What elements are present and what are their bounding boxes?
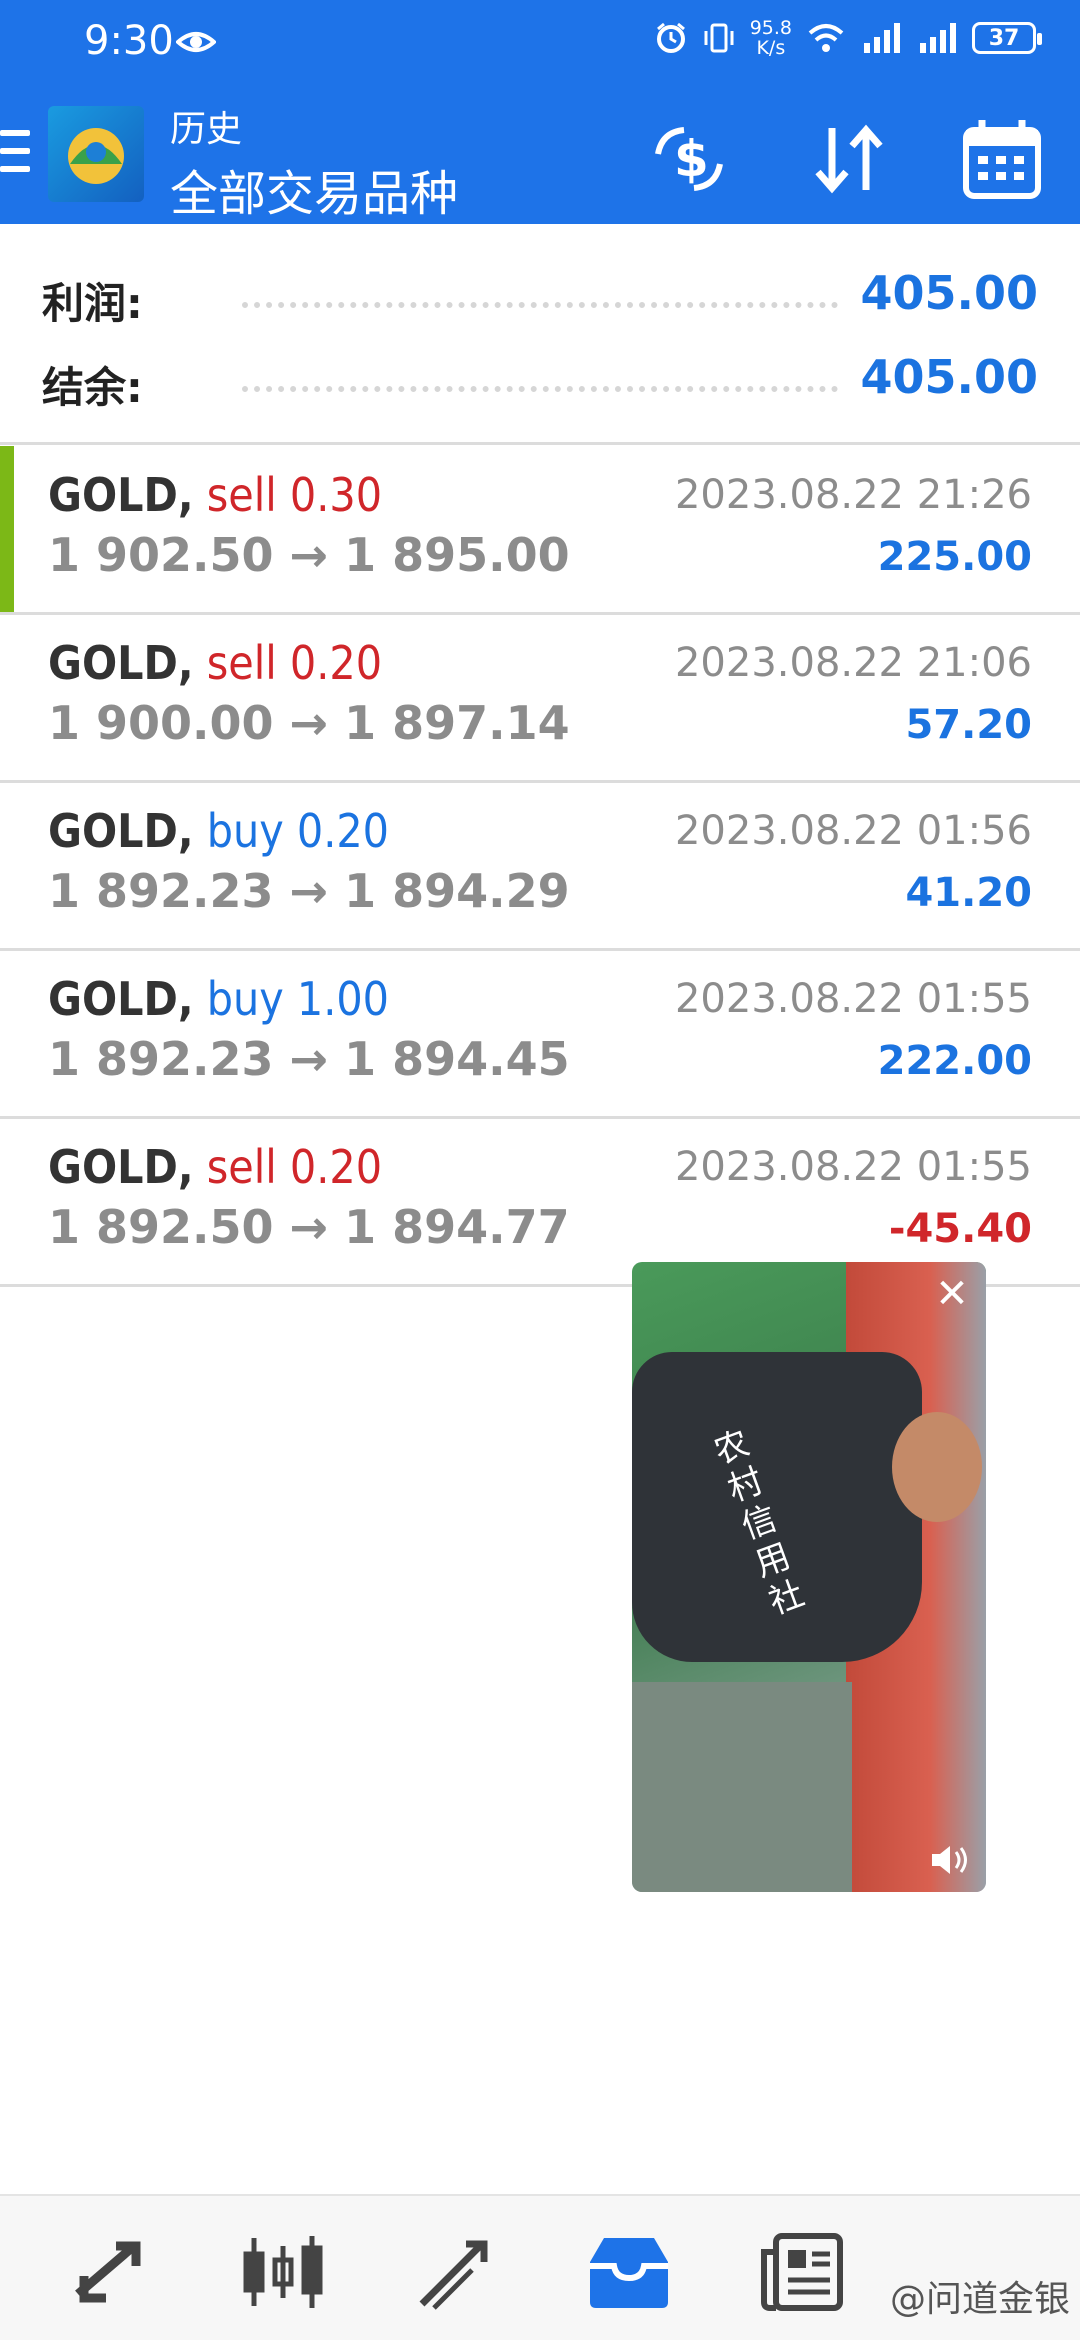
app-toolbar: 历史 全部交易品种 $ bbox=[0, 84, 1080, 224]
history-icon[interactable] bbox=[584, 2232, 674, 2312]
status-time: 9:30 bbox=[84, 18, 174, 64]
volume-icon[interactable] bbox=[928, 1842, 972, 1878]
eye-icon bbox=[176, 32, 216, 52]
trade-row[interactable]: GOLD, sell 0.20 1 892.50 → 1 894.77 2023… bbox=[0, 1118, 1080, 1286]
close-icon[interactable]: ✕ bbox=[930, 1272, 974, 1316]
profit-row: 利润: 405.00 bbox=[42, 264, 1038, 328]
trade-symbol: GOLD, bbox=[48, 972, 194, 1026]
trade-profit: 225.00 bbox=[877, 534, 1032, 580]
trade-side: sell 0.20 bbox=[206, 636, 383, 690]
trade-prices: 1 892.23 → 1 894.45 bbox=[48, 1032, 570, 1086]
svg-text:$: $ bbox=[674, 130, 709, 188]
profit-value: 405.00 bbox=[860, 266, 1038, 320]
bottom-nav: @问道金银 bbox=[0, 2194, 1080, 2340]
selected-indicator bbox=[0, 446, 14, 612]
wifi-icon bbox=[808, 24, 844, 52]
app-logo bbox=[48, 106, 144, 202]
trade-date: 2023.08.22 01:56 bbox=[674, 808, 1032, 854]
vibrate-icon bbox=[704, 23, 734, 53]
summary-panel: 利润: 405.00 结余: 405.00 bbox=[0, 224, 1080, 444]
balance-value: 405.00 bbox=[860, 350, 1038, 404]
trade-prices: 1 892.50 → 1 894.77 bbox=[48, 1200, 570, 1254]
trade-symbol: GOLD, bbox=[48, 804, 194, 858]
trade-date: 2023.08.22 21:26 bbox=[674, 472, 1032, 518]
news-icon[interactable] bbox=[758, 2232, 848, 2312]
trade-row[interactable]: GOLD, sell 0.30 1 902.50 → 1 895.00 2023… bbox=[0, 446, 1080, 614]
shirt-text: 农村信用社 bbox=[709, 1423, 810, 1623]
trade-profit: 222.00 bbox=[877, 1038, 1032, 1084]
trade-icon[interactable] bbox=[412, 2232, 502, 2312]
divider bbox=[0, 442, 1080, 445]
battery-icon: 37 bbox=[972, 22, 1042, 54]
trade-symbol: GOLD, bbox=[48, 468, 194, 522]
trade-date: 2023.08.22 01:55 bbox=[674, 976, 1032, 1022]
video-head bbox=[892, 1412, 982, 1522]
balance-label: 结余: bbox=[42, 363, 143, 412]
trade-profit: -45.40 bbox=[888, 1206, 1032, 1252]
trade-side: sell 0.30 bbox=[206, 468, 383, 522]
status-icons: 95.8 K/s 37 bbox=[654, 18, 1042, 58]
watermark: @问道金银 bbox=[889, 2279, 1070, 2320]
net-speed-value: 95.8 bbox=[749, 17, 792, 39]
trade-profit: 41.20 bbox=[905, 870, 1032, 916]
currency-exchange-icon[interactable]: $ bbox=[644, 114, 734, 204]
trade-prices: 1 892.23 → 1 894.29 bbox=[48, 864, 570, 918]
signal-icon bbox=[864, 23, 900, 53]
dotted-leader bbox=[242, 386, 838, 392]
trade-date: 2023.08.22 21:06 bbox=[674, 640, 1032, 686]
trade-side: buy 1.00 bbox=[206, 972, 389, 1026]
chart-candles-icon[interactable] bbox=[238, 2232, 328, 2312]
video-court bbox=[632, 1682, 852, 1892]
calendar-icon[interactable] bbox=[958, 114, 1048, 204]
trade-row[interactable]: GOLD, buy 1.00 1 892.23 → 1 894.45 2023.… bbox=[0, 950, 1080, 1118]
signal-icon-2 bbox=[920, 23, 956, 53]
quotes-icon[interactable] bbox=[64, 2232, 154, 2312]
metatrader-logo-icon bbox=[68, 128, 124, 184]
trade-side: sell 0.20 bbox=[206, 1140, 383, 1194]
trade-row[interactable]: GOLD, sell 0.20 1 900.00 → 1 897.14 2023… bbox=[0, 614, 1080, 782]
trade-symbol: GOLD, bbox=[48, 636, 194, 690]
trade-date: 2023.08.22 01:55 bbox=[674, 1144, 1032, 1190]
balance-row: 结余: 405.00 bbox=[42, 348, 1038, 412]
symbol-filter[interactable]: 全部交易品种 bbox=[170, 154, 458, 224]
trade-side: buy 0.20 bbox=[206, 804, 389, 858]
page-title: 历史 bbox=[170, 109, 243, 150]
trade-symbol: GOLD, bbox=[48, 1140, 194, 1194]
menu-icon[interactable] bbox=[0, 130, 30, 174]
video-person: 农村信用社 bbox=[632, 1352, 922, 1662]
status-bar: 9:30 95.8 K/s 37 bbox=[0, 0, 1080, 84]
trade-profit: 57.20 bbox=[905, 702, 1032, 748]
trade-row[interactable]: GOLD, buy 0.20 1 892.23 → 1 894.29 2023.… bbox=[0, 782, 1080, 950]
alarm-icon bbox=[656, 22, 685, 53]
trade-prices: 1 900.00 → 1 897.14 bbox=[48, 696, 570, 750]
net-speed-unit: K/s bbox=[756, 37, 786, 59]
trade-prices: 1 902.50 → 1 895.00 bbox=[48, 528, 570, 582]
dotted-leader bbox=[242, 302, 838, 308]
floating-video-player[interactable]: 农村信用社 ✕ bbox=[632, 1262, 986, 1892]
sort-icon[interactable] bbox=[804, 114, 894, 204]
network-speed: 95.8 K/s bbox=[750, 18, 792, 58]
profit-label: 利润: bbox=[42, 279, 143, 328]
